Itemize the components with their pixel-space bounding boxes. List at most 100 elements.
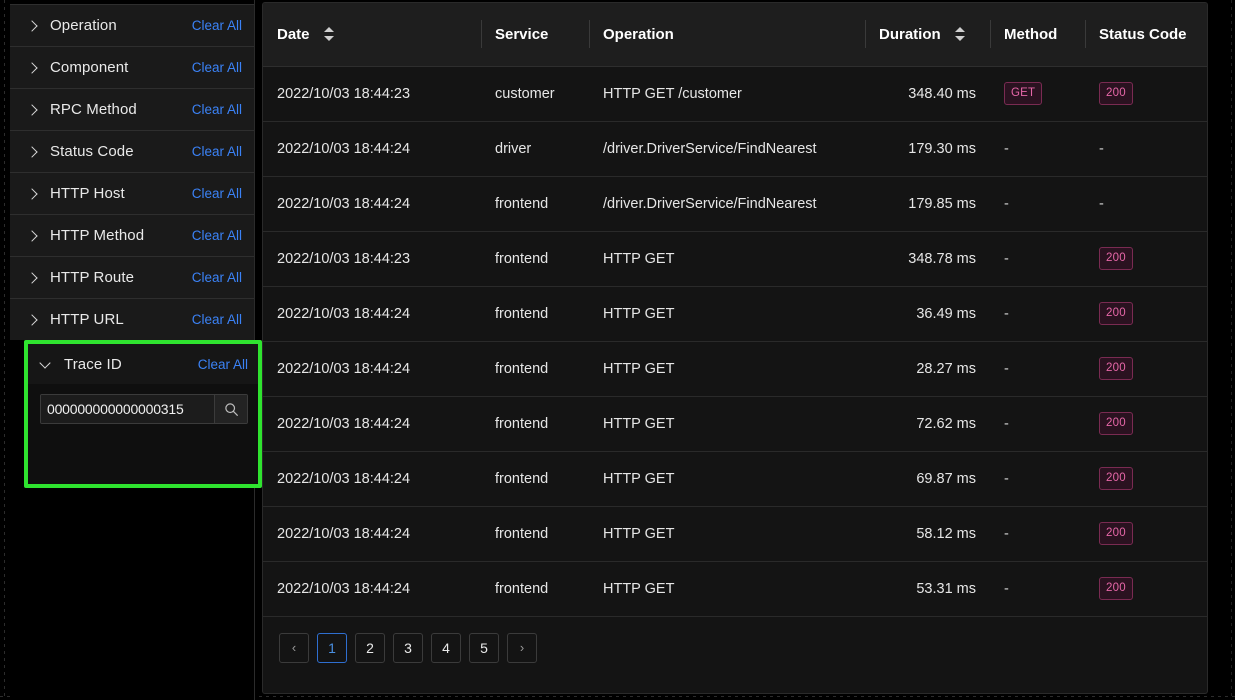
table-row[interactable]: 2022/10/03 18:44:23customerHTTP GET /cus…: [263, 66, 1208, 121]
filter-section-http-url[interactable]: HTTP URLClear All: [10, 298, 254, 340]
column-header-label: Service: [495, 26, 548, 43]
clear-all-button[interactable]: Clear All: [192, 102, 242, 117]
status-code-badge: 200: [1099, 302, 1133, 326]
pagination: ‹ 12345 ›: [263, 617, 1207, 663]
cell-method: GET: [990, 66, 1085, 121]
pagination-page-2[interactable]: 2: [355, 633, 385, 663]
method-badge: GET: [1004, 82, 1042, 106]
filter-section-status-code[interactable]: Status CodeClear All: [10, 130, 254, 172]
cell-service: frontend: [481, 341, 589, 396]
filter-label: HTTP URL: [50, 311, 192, 328]
chevron-right-icon: [26, 313, 40, 327]
pagination-page-1[interactable]: 1: [317, 633, 347, 663]
column-header-operation: Operation: [589, 3, 865, 66]
filter-label: HTTP Host: [50, 185, 192, 202]
clear-all-button[interactable]: Clear All: [192, 60, 242, 75]
chevron-right-icon: [26, 271, 40, 285]
cell-operation: HTTP GET: [589, 341, 865, 396]
filter-section-http-method[interactable]: HTTP MethodClear All: [10, 214, 254, 256]
cell-method-empty: -: [990, 231, 1085, 286]
pagination-page-4[interactable]: 4: [431, 633, 461, 663]
cell-date: 2022/10/03 18:44:24: [263, 506, 481, 561]
cell-date: 2022/10/03 18:44:24: [263, 121, 481, 176]
clear-all-button[interactable]: Clear All: [192, 186, 242, 201]
clear-all-button[interactable]: Clear All: [192, 312, 242, 327]
trace-id-input[interactable]: [41, 395, 214, 423]
cell-status-code: 200: [1085, 396, 1208, 451]
empty-value: -: [1004, 526, 1009, 542]
cell-date: 2022/10/03 18:44:24: [263, 561, 481, 616]
column-header-service: Service: [481, 3, 589, 66]
cell-service: frontend: [481, 506, 589, 561]
empty-value: -: [1004, 581, 1009, 597]
empty-value: -: [1099, 196, 1104, 212]
chevron-right-icon: [26, 187, 40, 201]
clear-all-button[interactable]: Clear All: [192, 144, 242, 159]
cell-method-empty: -: [990, 506, 1085, 561]
cell-service: frontend: [481, 451, 589, 506]
table-row[interactable]: 2022/10/03 18:44:24driver/driver.DriverS…: [263, 121, 1208, 176]
cell-duration: 72.62 ms: [865, 396, 990, 451]
cell-service: frontend: [481, 561, 589, 616]
filter-section-trace-id[interactable]: Trace ID Clear All: [24, 340, 262, 488]
pagination-page-3[interactable]: 3: [393, 633, 423, 663]
filter-label: HTTP Method: [50, 227, 192, 244]
filter-section-http-host[interactable]: HTTP HostClear All: [10, 172, 254, 214]
empty-value: -: [1004, 471, 1009, 487]
clear-all-button[interactable]: Clear All: [192, 228, 242, 243]
column-header-duration[interactable]: Duration: [865, 3, 990, 66]
chevron-right-icon: [26, 103, 40, 117]
cell-service: frontend: [481, 231, 589, 286]
cell-duration: 348.78 ms: [865, 231, 990, 286]
table-row[interactable]: 2022/10/03 18:44:24frontend/driver.Drive…: [263, 176, 1208, 231]
filter-label: Component: [50, 59, 192, 76]
cell-status-code: 200: [1085, 286, 1208, 341]
clear-all-button[interactable]: Clear All: [192, 270, 242, 285]
status-code-badge: 200: [1099, 467, 1133, 491]
status-code-badge: 200: [1099, 577, 1133, 601]
trace-id-search-group: [40, 394, 248, 424]
clear-all-button[interactable]: Clear All: [192, 18, 242, 33]
table-row[interactable]: 2022/10/03 18:44:24frontendHTTP GET69.87…: [263, 451, 1208, 506]
clear-all-trace-id[interactable]: Clear All: [198, 357, 248, 372]
table-row[interactable]: 2022/10/03 18:44:23frontendHTTP GET348.7…: [263, 231, 1208, 286]
table-row[interactable]: 2022/10/03 18:44:24frontendHTTP GET36.49…: [263, 286, 1208, 341]
column-header-method: Method: [990, 3, 1085, 66]
traces-results-panel: DateServiceOperationDurationMethodStatus…: [262, 2, 1208, 694]
filter-section-operation[interactable]: OperationClear All: [10, 4, 254, 46]
cell-method-empty: -: [990, 561, 1085, 616]
table-row[interactable]: 2022/10/03 18:44:24frontendHTTP GET58.12…: [263, 506, 1208, 561]
filter-header-trace-id[interactable]: Trace ID Clear All: [28, 344, 258, 384]
cell-operation: HTTP GET: [589, 451, 865, 506]
cell-duration: 36.49 ms: [865, 286, 990, 341]
traces-table-body: 2022/10/03 18:44:23customerHTTP GET /cus…: [263, 66, 1208, 616]
filter-section-rpc-method[interactable]: RPC MethodClear All: [10, 88, 254, 130]
cell-duration: 28.27 ms: [865, 341, 990, 396]
chevron-down-icon: [40, 357, 54, 371]
table-row[interactable]: 2022/10/03 18:44:24frontendHTTP GET53.31…: [263, 561, 1208, 616]
traces-table-header: DateServiceOperationDurationMethodStatus…: [263, 3, 1208, 66]
filter-label-trace-id: Trace ID: [64, 356, 198, 373]
search-icon: [224, 402, 239, 417]
cell-duration: 58.12 ms: [865, 506, 990, 561]
sort-arrows-icon[interactable]: [955, 26, 965, 42]
column-header-date[interactable]: Date: [263, 3, 481, 66]
sort-arrows-icon[interactable]: [324, 26, 334, 42]
cell-operation: HTTP GET: [589, 506, 865, 561]
cell-service: frontend: [481, 396, 589, 451]
table-row[interactable]: 2022/10/03 18:44:24frontendHTTP GET72.62…: [263, 396, 1208, 451]
table-row[interactable]: 2022/10/03 18:44:24frontendHTTP GET28.27…: [263, 341, 1208, 396]
trace-id-search-button[interactable]: [214, 395, 247, 423]
pagination-prev-button[interactable]: ‹: [279, 633, 309, 663]
pagination-next-button[interactable]: ›: [507, 633, 537, 663]
filter-section-component[interactable]: ComponentClear All: [10, 46, 254, 88]
filter-section-http-route[interactable]: HTTP RouteClear All: [10, 256, 254, 298]
pagination-page-5[interactable]: 5: [469, 633, 499, 663]
cell-date: 2022/10/03 18:44:23: [263, 231, 481, 286]
cell-duration: 179.85 ms: [865, 176, 990, 231]
empty-value: -: [1004, 361, 1009, 377]
status-code-badge: 200: [1099, 357, 1133, 381]
cell-date: 2022/10/03 18:44:23: [263, 66, 481, 121]
cell-operation: HTTP GET: [589, 231, 865, 286]
column-header-label: Duration: [879, 26, 941, 43]
